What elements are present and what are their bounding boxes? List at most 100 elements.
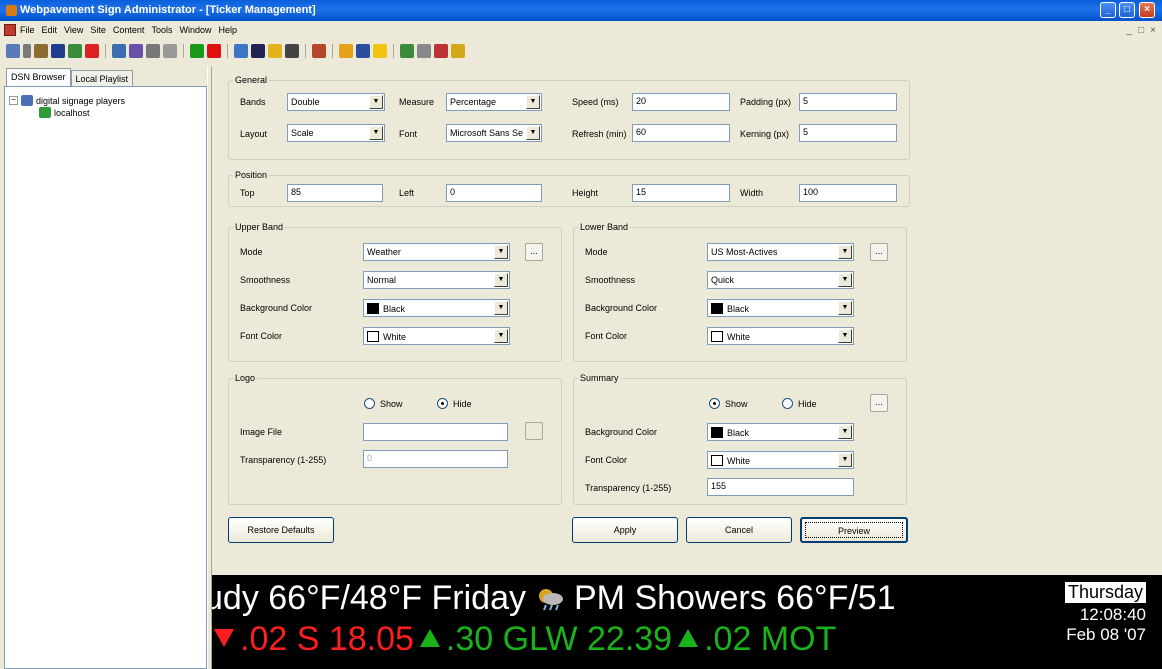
logo-transparency-input[interactable]: 0 (363, 450, 508, 468)
kerning-input[interactable]: 5 (799, 124, 897, 142)
link-icon[interactable] (146, 44, 160, 58)
cancel-button[interactable]: Cancel (686, 517, 792, 543)
network-group-icon (21, 95, 33, 106)
speed-input[interactable]: 20 (632, 93, 730, 111)
lower-smoothness-select[interactable]: Quick ▼ (707, 271, 854, 289)
tree-root-label: digital signage players (36, 95, 126, 106)
measure-select[interactable]: Percentage ▼ (446, 93, 542, 111)
restore-defaults-button[interactable]: Restore Defaults (228, 517, 334, 543)
menu-window[interactable]: Window (179, 25, 211, 35)
menu-content[interactable]: Content (113, 25, 145, 35)
chart-icon[interactable] (434, 44, 448, 58)
font-select[interactable]: Microsoft Sans Se ▼ (446, 124, 542, 142)
refresh-input[interactable]: 60 (632, 124, 730, 142)
menu-file[interactable]: File (20, 25, 35, 35)
preview-icon[interactable] (234, 44, 248, 58)
summary-options-button[interactable]: ... (870, 394, 888, 412)
menu-tools[interactable]: Tools (151, 25, 172, 35)
browse-folder-icon[interactable] (525, 422, 543, 440)
radio-on-icon (709, 398, 720, 409)
connect-icon[interactable] (6, 44, 20, 58)
play-icon[interactable] (190, 44, 204, 58)
maximize-button[interactable]: □ (1119, 2, 1135, 18)
summary-show-radio[interactable]: Show (709, 398, 748, 409)
chevron-down-icon[interactable]: ▼ (494, 329, 508, 343)
tree-node-root[interactable]: − digital signage players (9, 95, 125, 106)
globe-icon[interactable] (112, 44, 126, 58)
collapse-icon[interactable]: − (9, 96, 18, 105)
upper-font-color-select[interactable]: White ▼ (363, 327, 510, 345)
summary-hide-radio[interactable]: Hide (782, 398, 817, 409)
database-icon[interactable] (268, 44, 282, 58)
summary-bg-select[interactable]: Black ▼ (707, 423, 854, 441)
upper-mode-options-button[interactable]: ... (525, 243, 543, 261)
chevron-down-icon[interactable]: ▼ (838, 301, 852, 315)
disc-icon[interactable] (129, 44, 143, 58)
padding-input[interactable]: 5 (799, 93, 897, 111)
chevron-down-icon[interactable]: ▼ (838, 245, 852, 259)
lower-mode-options-button[interactable]: ... (870, 243, 888, 261)
layout-select[interactable]: Scale ▼ (287, 124, 385, 142)
chevron-down-icon[interactable]: ▼ (838, 273, 852, 287)
logo-hide-radio[interactable]: Hide (437, 398, 472, 409)
mdi-restore-button[interactable]: □ (1138, 25, 1144, 36)
menu-help[interactable]: Help (218, 25, 237, 35)
warning-icon[interactable] (373, 44, 387, 58)
tab-local-playlist[interactable]: Local Playlist (70, 70, 134, 86)
delete-icon[interactable] (85, 44, 99, 58)
dsn-tree[interactable]: − digital signage players localhost (4, 86, 207, 669)
lower-font-color-select[interactable]: White ▼ (707, 327, 854, 345)
document-icon[interactable] (4, 24, 16, 36)
stop-icon[interactable] (207, 44, 221, 58)
bands-select[interactable]: Double ▼ (287, 93, 385, 111)
left-input[interactable]: 0 (446, 184, 542, 202)
tag-icon[interactable] (417, 44, 431, 58)
apply-button[interactable]: Apply (572, 517, 678, 543)
upper-bg-select[interactable]: Black ▼ (363, 299, 510, 317)
monitor-icon[interactable] (285, 44, 299, 58)
lower-bg-select[interactable]: Black ▼ (707, 299, 854, 317)
mdi-close-button[interactable]: × (1150, 25, 1156, 36)
upper-smoothness-select[interactable]: Normal ▼ (363, 271, 510, 289)
chevron-down-icon[interactable]: ▼ (838, 425, 852, 439)
display-icon[interactable] (356, 44, 370, 58)
width-input[interactable]: 100 (799, 184, 897, 202)
close-button[interactable]: × (1139, 2, 1155, 18)
chevron-down-icon[interactable]: ▼ (526, 126, 540, 140)
refresh-icon[interactable] (68, 44, 82, 58)
minimize-button[interactable]: _ (1100, 2, 1116, 18)
summary-transparency-input[interactable]: 155 (707, 478, 854, 496)
image-file-input[interactable] (363, 423, 508, 441)
tab-dsn-browser[interactable]: DSN Browser (6, 68, 71, 86)
chevron-down-icon[interactable]: ▼ (838, 453, 852, 467)
tree-node-localhost[interactable]: localhost (39, 107, 90, 118)
title-bar[interactable]: Webpavement Sign Administrator - [Ticker… (0, 0, 1162, 21)
height-input[interactable]: 15 (632, 184, 730, 202)
unlink-icon[interactable] (163, 44, 177, 58)
help-icon[interactable] (451, 44, 465, 58)
chevron-down-icon[interactable]: ▼ (369, 126, 383, 140)
menu-view[interactable]: View (64, 25, 83, 35)
chevron-down-icon[interactable]: ▼ (494, 273, 508, 287)
network-icon[interactable] (312, 44, 326, 58)
chevron-down-icon[interactable]: ▼ (838, 329, 852, 343)
summary-font-color-select[interactable]: White ▼ (707, 451, 854, 469)
top-input[interactable]: 85 (287, 184, 383, 202)
report-icon[interactable] (400, 44, 414, 58)
chevron-down-icon[interactable]: ▼ (369, 95, 383, 109)
open-icon[interactable] (34, 44, 48, 58)
logo-show-radio[interactable]: Show (364, 398, 403, 409)
menu-edit[interactable]: Edit (42, 25, 58, 35)
menu-site[interactable]: Site (90, 25, 106, 35)
save-icon[interactable] (51, 44, 65, 58)
mdi-minimize-button[interactable]: _ (1127, 25, 1133, 36)
chevron-down-icon[interactable]: ▼ (526, 95, 540, 109)
upper-mode-select[interactable]: Weather ▼ (363, 243, 510, 261)
chevron-down-icon[interactable]: ▼ (494, 245, 508, 259)
lower-mode-select[interactable]: US Most-Actives ▼ (707, 243, 854, 261)
grid-icon[interactable] (251, 44, 265, 58)
dropdown-icon[interactable] (23, 44, 31, 58)
chevron-down-icon[interactable]: ▼ (494, 301, 508, 315)
schedule-icon[interactable] (339, 44, 353, 58)
preview-button[interactable]: Preview (800, 517, 908, 543)
